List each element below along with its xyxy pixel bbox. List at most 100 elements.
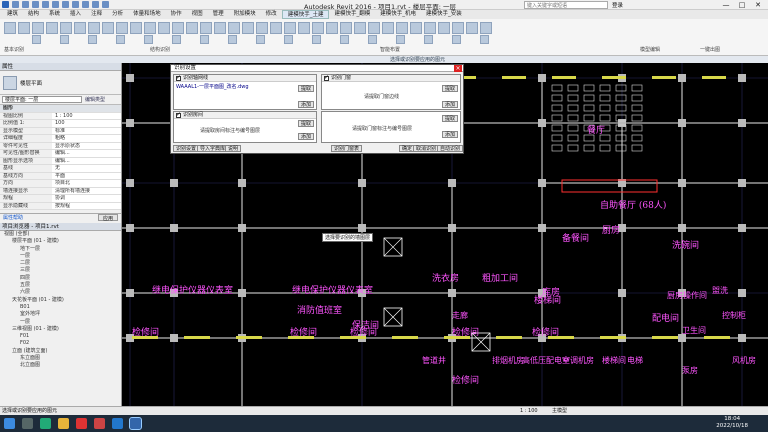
tab-12[interactable]: 建模快手_土建: [281, 10, 330, 19]
ribbon-tool-icon[interactable]: [88, 22, 100, 34]
browser-item[interactable]: 地下一层: [4, 246, 121, 253]
axis-checkbox[interactable]: [176, 74, 181, 81]
help-button[interactable]: 说明: [225, 145, 242, 152]
axis-pick-button[interactable]: 提取: [297, 85, 314, 92]
ribbon-tool-icon[interactable]: [438, 22, 450, 34]
ribbon-tool-icon[interactable]: [270, 22, 282, 34]
room-add-button[interactable]: 添加: [297, 133, 314, 140]
tab-3[interactable]: 插入: [65, 10, 86, 19]
ribbon-tool-icon[interactable]: [18, 22, 30, 34]
ribbon-tool-icon[interactable]: [4, 22, 16, 34]
ribbon-tool-icon[interactable]: [144, 22, 156, 34]
ribbon-tool-icon[interactable]: [312, 22, 324, 34]
tab-6[interactable]: 体量和场地: [128, 10, 166, 19]
3d-view-icon[interactable]: [82, 1, 89, 8]
tab-7[interactable]: 协作: [166, 10, 187, 19]
ribbon-tool-icon[interactable]: [410, 22, 422, 34]
browser-item[interactable]: 室外地坪: [4, 311, 121, 318]
recognition-settings-button[interactable]: 识别设置: [173, 145, 200, 152]
property-value[interactable]: 项目北: [52, 180, 121, 187]
ribbon-tool-icon[interactable]: [242, 22, 254, 34]
app-blue-icon[interactable]: [112, 418, 123, 429]
tab-2[interactable]: 系统: [44, 10, 65, 19]
property-row[interactable]: 基线 无: [0, 165, 121, 173]
property-row[interactable]: 墙连接显示 清理所有墙连接: [0, 187, 121, 195]
browser-item[interactable]: 六层: [4, 289, 121, 296]
ribbon-tool-icon[interactable]: [298, 22, 310, 34]
print-icon[interactable]: [52, 1, 59, 8]
search-taskbar-icon[interactable]: [22, 418, 33, 429]
property-value[interactable]: 按规程: [52, 202, 121, 209]
cancel-recognition-button[interactable]: 取消识别: [413, 145, 440, 152]
properties-help-link[interactable]: 属性帮助: [3, 214, 23, 221]
app-w-icon[interactable]: [76, 418, 87, 429]
ribbon-tool-icon[interactable]: [200, 22, 212, 34]
property-value[interactable]: 100: [52, 120, 121, 127]
minimize-button[interactable]: —: [718, 0, 734, 10]
doorwin-tag-pick-button[interactable]: 提取: [441, 115, 458, 122]
text-icon[interactable]: [72, 1, 79, 8]
property-row[interactable]: 零件可见性 显示原状态: [0, 142, 121, 150]
ribbon-tool-icon[interactable]: [284, 35, 293, 44]
ribbon-tool-icon[interactable]: [368, 35, 377, 44]
ribbon-tool-icon[interactable]: [396, 35, 405, 44]
doorwin-pick-button[interactable]: 提取: [441, 85, 458, 92]
tab-13[interactable]: 建模快手_翻模: [329, 10, 375, 19]
property-value[interactable]: 清理所有墙连接: [52, 187, 121, 194]
apply-button[interactable]: 应用: [97, 214, 118, 222]
browser-item[interactable]: 四层: [4, 275, 121, 282]
ribbon-tool-icon[interactable]: [312, 35, 321, 44]
open-icon[interactable]: [12, 1, 19, 8]
ribbon-tool-icon[interactable]: [130, 22, 142, 34]
ribbon-tool-icon[interactable]: [116, 35, 125, 44]
revit-taskbar-icon[interactable]: [129, 417, 142, 430]
browser-item[interactable]: F02: [4, 340, 121, 347]
doorwin-add-button[interactable]: 添加: [441, 101, 458, 108]
property-row[interactable]: 视图比例 1 : 100: [0, 112, 121, 120]
ribbon-tool-icon[interactable]: [452, 22, 464, 34]
ribbon-tool-icon[interactable]: [172, 22, 184, 34]
property-row[interactable]: 方向 项目北: [0, 180, 121, 188]
ribbon-tool-icon[interactable]: [452, 35, 461, 44]
doorwin-tag-add-button[interactable]: 添加: [441, 131, 458, 138]
app-red-icon[interactable]: [94, 418, 105, 429]
tab-8[interactable]: 视图: [187, 10, 208, 19]
ribbon-tool-icon[interactable]: [228, 22, 240, 34]
ribbon-tool-icon[interactable]: [60, 35, 69, 44]
tab-1[interactable]: 结构: [23, 10, 44, 19]
ribbon-tool-icon[interactable]: [228, 35, 237, 44]
property-value[interactable]: 粗略: [52, 135, 121, 142]
ribbon-tool-icon[interactable]: [480, 35, 489, 44]
property-value[interactable]: 协调: [52, 195, 121, 202]
browser-item[interactable]: 北立面图: [4, 362, 121, 369]
tab-4[interactable]: 注释: [86, 10, 107, 19]
axis-file-item[interactable]: WAAAL1-一层平面图_改名.dwg: [174, 82, 316, 91]
auto-recognition-button[interactable]: 自动识别: [437, 145, 464, 152]
ribbon-tool-icon[interactable]: [284, 22, 296, 34]
browser-item[interactable]: 三层: [4, 267, 121, 274]
tab-5[interactable]: 分析: [107, 10, 128, 19]
property-row[interactable]: 显示隐藏线 按规程: [0, 202, 121, 210]
undo-icon[interactable]: [32, 1, 39, 8]
ribbon-tool-icon[interactable]: [200, 35, 209, 44]
thin-lines-icon[interactable]: [102, 1, 109, 8]
property-row[interactable]: 可见性/图形替换 编辑...: [0, 150, 121, 158]
property-value[interactable]: 1 : 100: [52, 112, 121, 119]
signin-link[interactable]: 登录: [612, 1, 623, 9]
search-input[interactable]: 键入关键字或短语: [524, 1, 608, 9]
dialog-close-button[interactable]: ×: [454, 65, 462, 72]
property-value[interactable]: 编辑...: [52, 157, 121, 164]
ribbon-tool-icon[interactable]: [480, 22, 492, 34]
property-value[interactable]: 编辑...: [52, 150, 121, 157]
browser-item[interactable]: 天花板平面 (01 - 建模): [4, 297, 121, 304]
edit-type-button[interactable]: 编辑类型: [85, 96, 105, 103]
tab-15[interactable]: 建模快手_安装: [421, 10, 467, 19]
save-icon[interactable]: [22, 1, 29, 8]
property-value[interactable]: 无: [52, 165, 121, 172]
ribbon-tool-icon[interactable]: [214, 22, 226, 34]
browser-item[interactable]: 二层: [4, 260, 121, 267]
browser-item[interactable]: 立面 (建筑立面): [4, 348, 121, 355]
tab-9[interactable]: 管理: [208, 10, 229, 19]
property-value[interactable]: 显示原状态: [52, 142, 121, 149]
property-value[interactable]: 标准: [52, 127, 121, 134]
